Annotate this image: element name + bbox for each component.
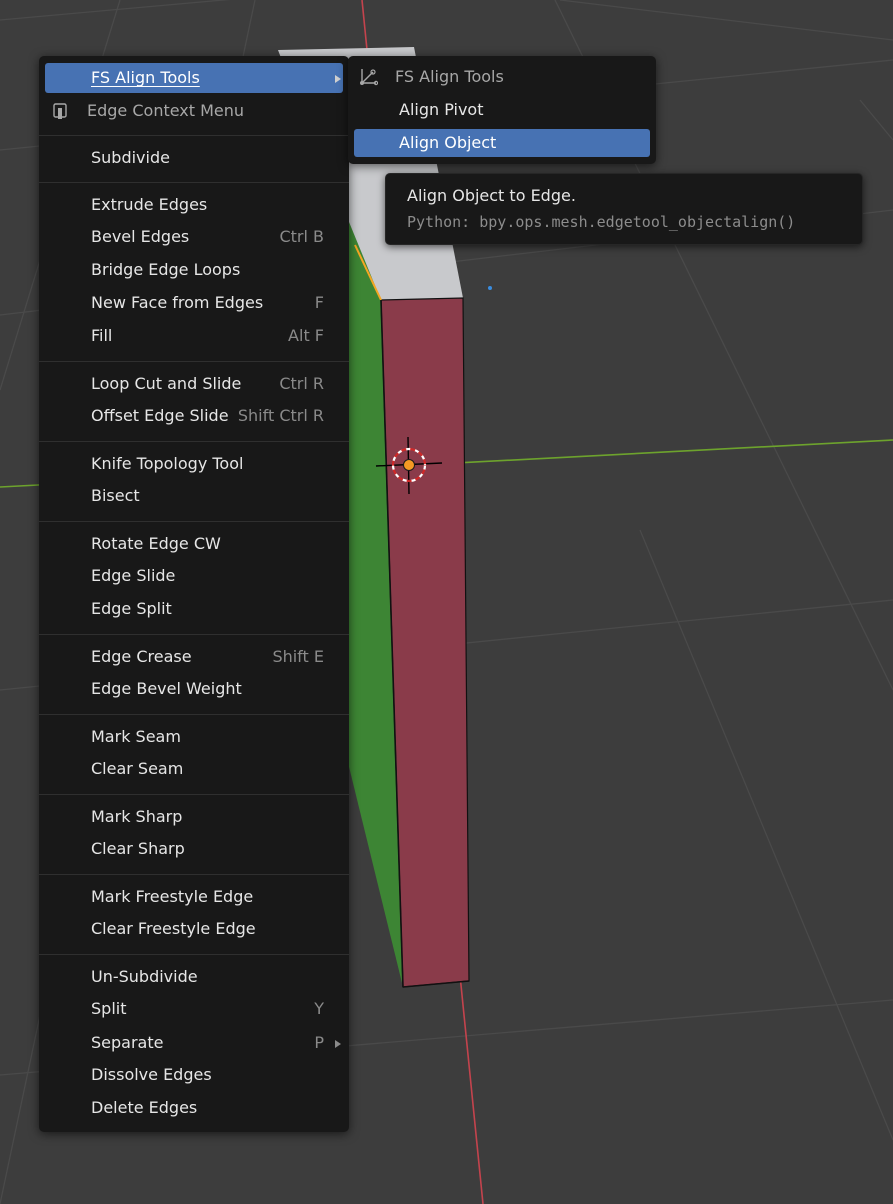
menu-item-edge-split[interactable]: Edge Split bbox=[45, 594, 343, 624]
shortcut-label: Shift E bbox=[272, 647, 324, 666]
submenu-header: FS Align Tools bbox=[354, 63, 650, 91]
separator bbox=[39, 874, 349, 875]
object-origin bbox=[403, 459, 415, 471]
menu-item-clear-sharp[interactable]: Clear Sharp bbox=[45, 834, 343, 864]
menu-item-delete-edges[interactable]: Delete Edges bbox=[45, 1093, 343, 1123]
submenu-arrow-icon bbox=[335, 1040, 341, 1048]
shortcut-label: Shift Ctrl R bbox=[237, 406, 324, 425]
separator bbox=[39, 441, 349, 442]
edge-context-icon bbox=[53, 103, 67, 119]
menu-item-split[interactable]: Split Y bbox=[45, 994, 343, 1024]
menu-item-fill[interactable]: Fill Alt F bbox=[45, 321, 343, 351]
edge-context-menu: FS Align Tools Edge Context Menu Subdivi… bbox=[39, 56, 349, 1132]
menu-item-extrude-edges[interactable]: Extrude Edges bbox=[45, 190, 343, 220]
separator bbox=[39, 182, 349, 183]
shortcut-label: Ctrl R bbox=[279, 374, 324, 393]
tooltip-description: Align Object to Edge. bbox=[407, 186, 576, 205]
tooltip: Align Object to Edge. Python: bpy.ops.me… bbox=[385, 173, 863, 245]
menu-item-knife-topology-tool[interactable]: Knife Topology Tool bbox=[45, 449, 343, 479]
fs-align-tools-submenu: FS Align Tools Align Pivot Align Object bbox=[348, 56, 656, 164]
shortcut-label: P bbox=[314, 1033, 324, 1052]
menu-item-label: FS Align Tools bbox=[91, 68, 200, 87]
submenu-arrow-icon bbox=[335, 75, 341, 83]
tooltip-python: Python: bpy.ops.mesh.edgetool_objectalig… bbox=[407, 213, 796, 231]
menu-item-rotate-edge-cw[interactable]: Rotate Edge CW bbox=[45, 529, 343, 559]
menu-item-clear-seam[interactable]: Clear Seam bbox=[45, 754, 343, 784]
menu-item-bridge-edge-loops[interactable]: Bridge Edge Loops bbox=[45, 255, 343, 285]
separator bbox=[39, 954, 349, 955]
shortcut-label: F bbox=[314, 293, 324, 312]
separator bbox=[39, 794, 349, 795]
menu-header-edge-context: Edge Context Menu bbox=[45, 96, 343, 126]
menu-item-mark-seam[interactable]: Mark Seam bbox=[45, 722, 343, 752]
menu-item-bisect[interactable]: Bisect bbox=[45, 481, 343, 511]
separator bbox=[39, 634, 349, 635]
menu-item-edge-crease[interactable]: Edge Crease Shift E bbox=[45, 642, 343, 672]
menu-item-bevel-edges[interactable]: Bevel Edges Ctrl B bbox=[45, 222, 343, 252]
menu-item-mark-freestyle-edge[interactable]: Mark Freestyle Edge bbox=[45, 882, 343, 912]
menu-item-un-subdivide[interactable]: Un-Subdivide bbox=[45, 962, 343, 992]
separator bbox=[39, 521, 349, 522]
menu-item-dissolve-edges[interactable]: Dissolve Edges bbox=[45, 1060, 343, 1090]
menu-item-clear-freestyle-edge[interactable]: Clear Freestyle Edge bbox=[45, 914, 343, 944]
menu-item-edge-slide[interactable]: Edge Slide bbox=[45, 561, 343, 591]
separator bbox=[39, 714, 349, 715]
menu-item-mark-sharp[interactable]: Mark Sharp bbox=[45, 802, 343, 832]
menu-item-edge-bevel-weight[interactable]: Edge Bevel Weight bbox=[45, 674, 343, 704]
submenu-item-align-object[interactable]: Align Object bbox=[354, 129, 650, 157]
menu-item-fs-align-tools[interactable]: FS Align Tools bbox=[45, 63, 343, 93]
shortcut-label: Ctrl B bbox=[279, 227, 324, 246]
menu-item-subdivide[interactable]: Subdivide bbox=[45, 143, 343, 173]
separator bbox=[39, 135, 349, 136]
menu-item-loop-cut-and-slide[interactable]: Loop Cut and Slide Ctrl R bbox=[45, 369, 343, 399]
menu-item-new-face-from-edges[interactable]: New Face from Edges F bbox=[45, 288, 343, 318]
menu-item-offset-edge-slide[interactable]: Offset Edge Slide Shift Ctrl R bbox=[45, 401, 343, 431]
shortcut-label: Alt F bbox=[288, 326, 324, 345]
align-tools-icon bbox=[360, 69, 378, 86]
submenu-item-align-pivot[interactable]: Align Pivot bbox=[354, 96, 650, 124]
pivot-dot bbox=[488, 286, 492, 290]
shortcut-label: Y bbox=[314, 999, 324, 1018]
menu-item-separate[interactable]: Separate P bbox=[45, 1028, 343, 1058]
separator bbox=[39, 361, 349, 362]
